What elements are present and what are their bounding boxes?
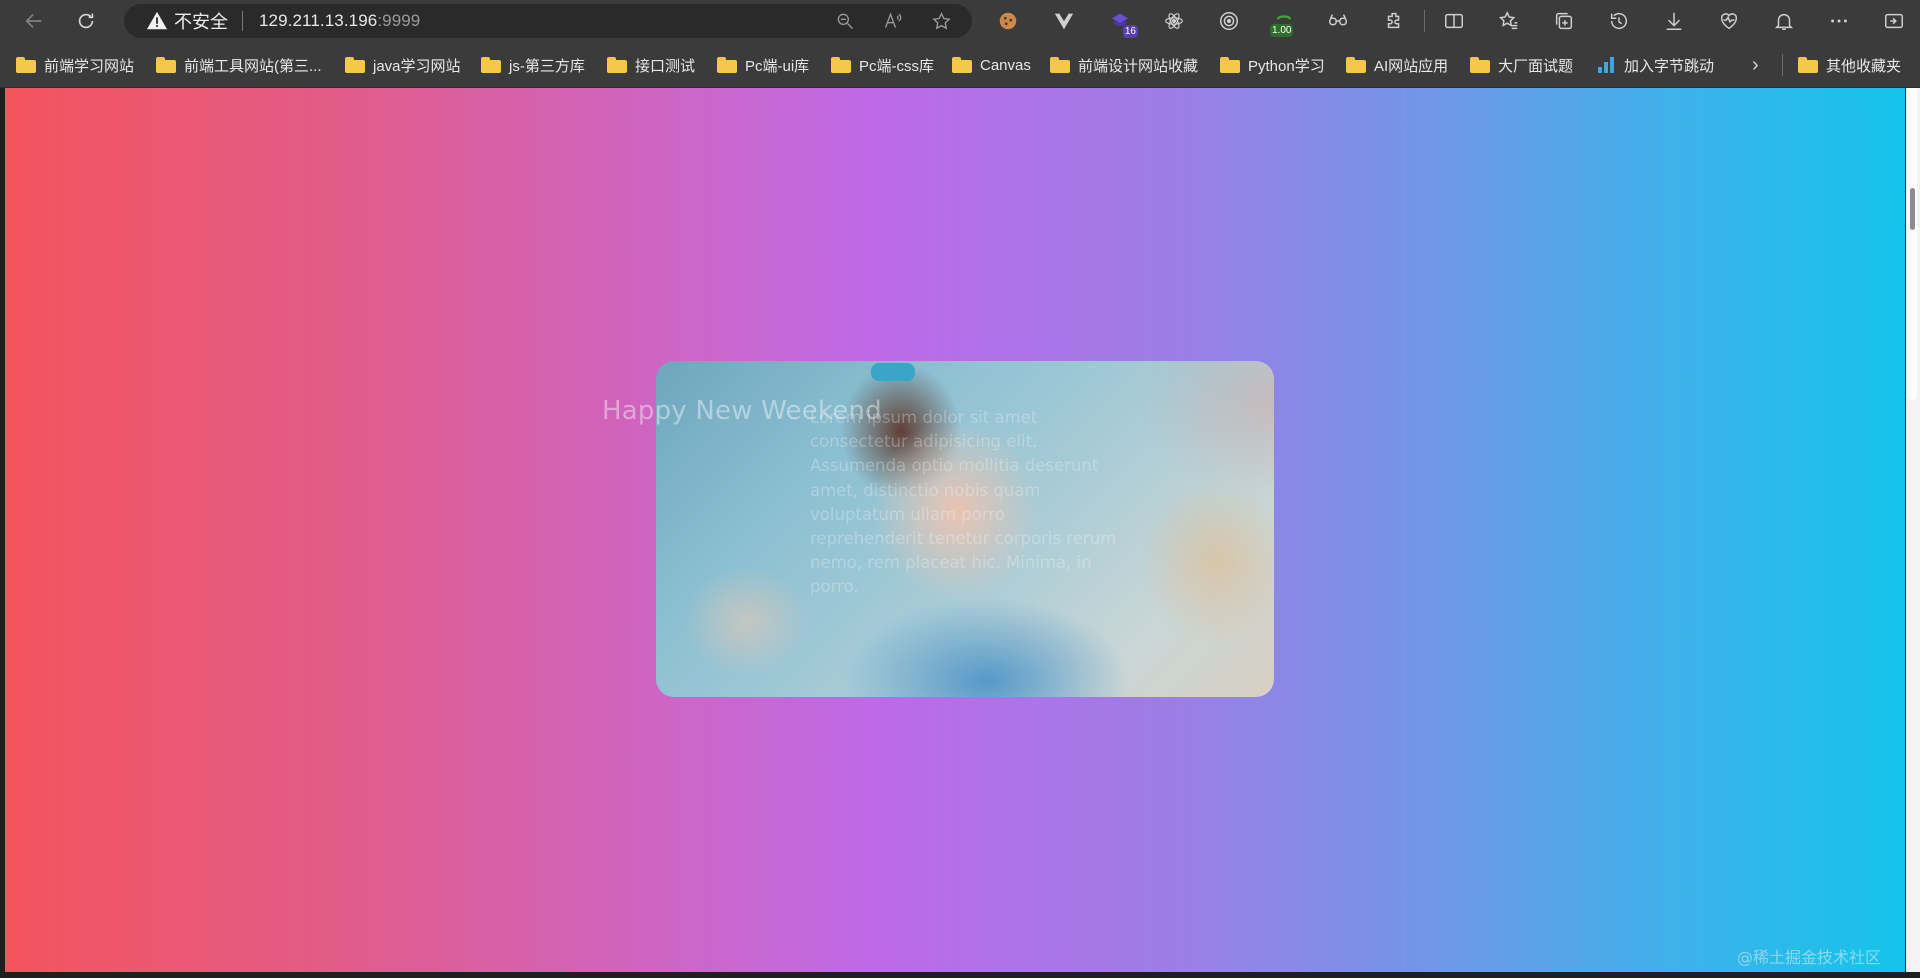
bookmark-label: 加入字节跳动 — [1624, 57, 1715, 75]
react-devtools-icon[interactable] — [1156, 3, 1192, 39]
bookmark-folder[interactable]: java学习网站 — [345, 52, 461, 78]
url-text[interactable]: 129.211.13.196:9999 — [259, 11, 420, 31]
folder-icon — [1798, 57, 1818, 73]
bookmark-folder[interactable]: 前端学习网站 — [16, 52, 134, 78]
back-button[interactable] — [16, 3, 52, 39]
favorites-icon[interactable] — [1491, 3, 1527, 39]
bookmark-folder[interactable]: 前端设计网站收藏 — [1050, 52, 1198, 78]
url-port: :9999 — [377, 11, 421, 30]
folder-icon — [345, 57, 365, 73]
split-screen-icon[interactable] — [1436, 3, 1472, 39]
bookmarks-bar: 前端学习网站 前端工具网站(第三... java学习网站 js-第三方库 接口测… — [0, 42, 1920, 88]
bookmark-folder[interactable]: Pc端-ui库 — [717, 52, 809, 78]
reload-icon — [78, 13, 94, 29]
extension-badge: 16 — [1122, 25, 1138, 38]
reload-button[interactable] — [68, 3, 104, 39]
folder-icon — [1346, 57, 1366, 73]
folder-icon — [1050, 57, 1070, 73]
speed-extension-icon[interactable]: 1.00 — [1266, 3, 1302, 39]
history-icon[interactable] — [1601, 3, 1637, 39]
bookmark-folder[interactable]: AI网站应用 — [1346, 52, 1448, 78]
folder-icon — [607, 57, 627, 73]
bookmark-folder[interactable]: js-第三方库 — [481, 52, 585, 78]
security-label[interactable]: 不安全 — [174, 8, 228, 34]
bookmark-label: 其他收藏夹 — [1826, 57, 1902, 75]
zoom-icon[interactable] — [832, 8, 858, 34]
glasses-extension-icon[interactable] — [1320, 3, 1356, 39]
notification-bell-icon[interactable] — [1766, 3, 1802, 39]
scrollbar-thumb[interactable] — [1910, 188, 1915, 230]
folder-icon — [1470, 57, 1490, 73]
bookmark-label: 前端工具网站(第三... — [184, 57, 322, 75]
bookmark-folder[interactable]: 大厂面试题 — [1470, 52, 1573, 78]
gradient-background: Happy New Weekend Lorem ipsum dolor sit … — [5, 88, 1905, 972]
bookmark-folder[interactable]: Canvas — [952, 52, 1031, 78]
health-heart-icon[interactable] — [1711, 3, 1747, 39]
folder-icon — [952, 57, 972, 73]
bookmark-label: 前端设计网站收藏 — [1078, 57, 1199, 75]
divider — [242, 11, 243, 31]
bookmark-label: AI网站应用 — [1374, 57, 1449, 75]
bookmark-folder[interactable]: Python学习 — [1220, 52, 1325, 78]
bookmark-label: js-第三方库 — [509, 57, 585, 75]
extension-badge: 1.00 — [1270, 24, 1294, 37]
folder-icon — [1220, 57, 1240, 73]
page-area: Happy New Weekend Lorem ipsum dolor sit … — [0, 88, 1920, 978]
cookie-icon[interactable] — [990, 3, 1026, 39]
bookmark-label: Canvas — [980, 56, 1031, 74]
bookmark-folder[interactable]: 接口测试 — [607, 52, 695, 78]
bookmark-label: Python学习 — [1248, 57, 1325, 75]
arrow-left-icon — [25, 13, 42, 29]
scrollbar-track — [1907, 88, 1917, 400]
folder-icon — [16, 57, 36, 73]
divider — [1424, 10, 1425, 32]
collections-icon[interactable] — [1546, 3, 1582, 39]
favorite-star-icon[interactable] — [928, 8, 954, 34]
chevron-right-icon[interactable]: › — [1752, 54, 1759, 77]
bar-chart-icon — [1598, 57, 1616, 73]
folder-icon — [831, 57, 851, 73]
folder-icon — [481, 57, 501, 73]
address-bar[interactable]: 不安全 129.211.13.196:9999 — [124, 4, 972, 38]
download-icon[interactable] — [1656, 3, 1692, 39]
scrollbar[interactable] — [1906, 88, 1920, 972]
bookmark-label: 前端学习网站 — [44, 57, 135, 75]
watermark: @稀土掘金技术社区 — [1736, 948, 1881, 967]
target-extension-icon[interactable] — [1211, 3, 1247, 39]
lorem-paragraph: Lorem ipsum dolor sit amet consectetur a… — [810, 408, 1117, 597]
bookmark-label: 接口测试 — [635, 57, 696, 75]
warning-icon[interactable] — [146, 10, 168, 32]
url-host: 129.211.13.196 — [259, 11, 378, 30]
extensions-puzzle-icon[interactable] — [1376, 3, 1412, 39]
bookmark-folder[interactable]: 前端工具网站(第三... — [156, 52, 322, 78]
folder-icon — [156, 57, 176, 73]
bookmark-label: 大厂面试题 — [1498, 57, 1574, 75]
hat-extension-icon[interactable]: 16 — [1102, 3, 1138, 39]
vue-devtools-icon[interactable] — [1046, 3, 1082, 39]
divider — [1782, 54, 1783, 76]
bookmark-link[interactable]: 加入字节跳动 — [1598, 52, 1714, 78]
bookmark-folder[interactable]: 其他收藏夹 — [1798, 52, 1901, 78]
sidebar-toggle-icon[interactable] — [1876, 3, 1912, 39]
bookmark-folder[interactable]: Pc端-css库 — [831, 52, 934, 78]
folder-icon — [717, 57, 737, 73]
more-menu-icon[interactable] — [1821, 3, 1857, 39]
bookmark-label: java学习网站 — [373, 57, 461, 75]
read-aloud-icon[interactable] — [880, 8, 906, 34]
bookmark-label: Pc端-ui库 — [745, 57, 810, 75]
browser-toolbar: 不安全 129.211.13.196:9999 16 1.00 — [0, 0, 1920, 42]
bookmark-label: Pc端-css库 — [859, 57, 935, 75]
